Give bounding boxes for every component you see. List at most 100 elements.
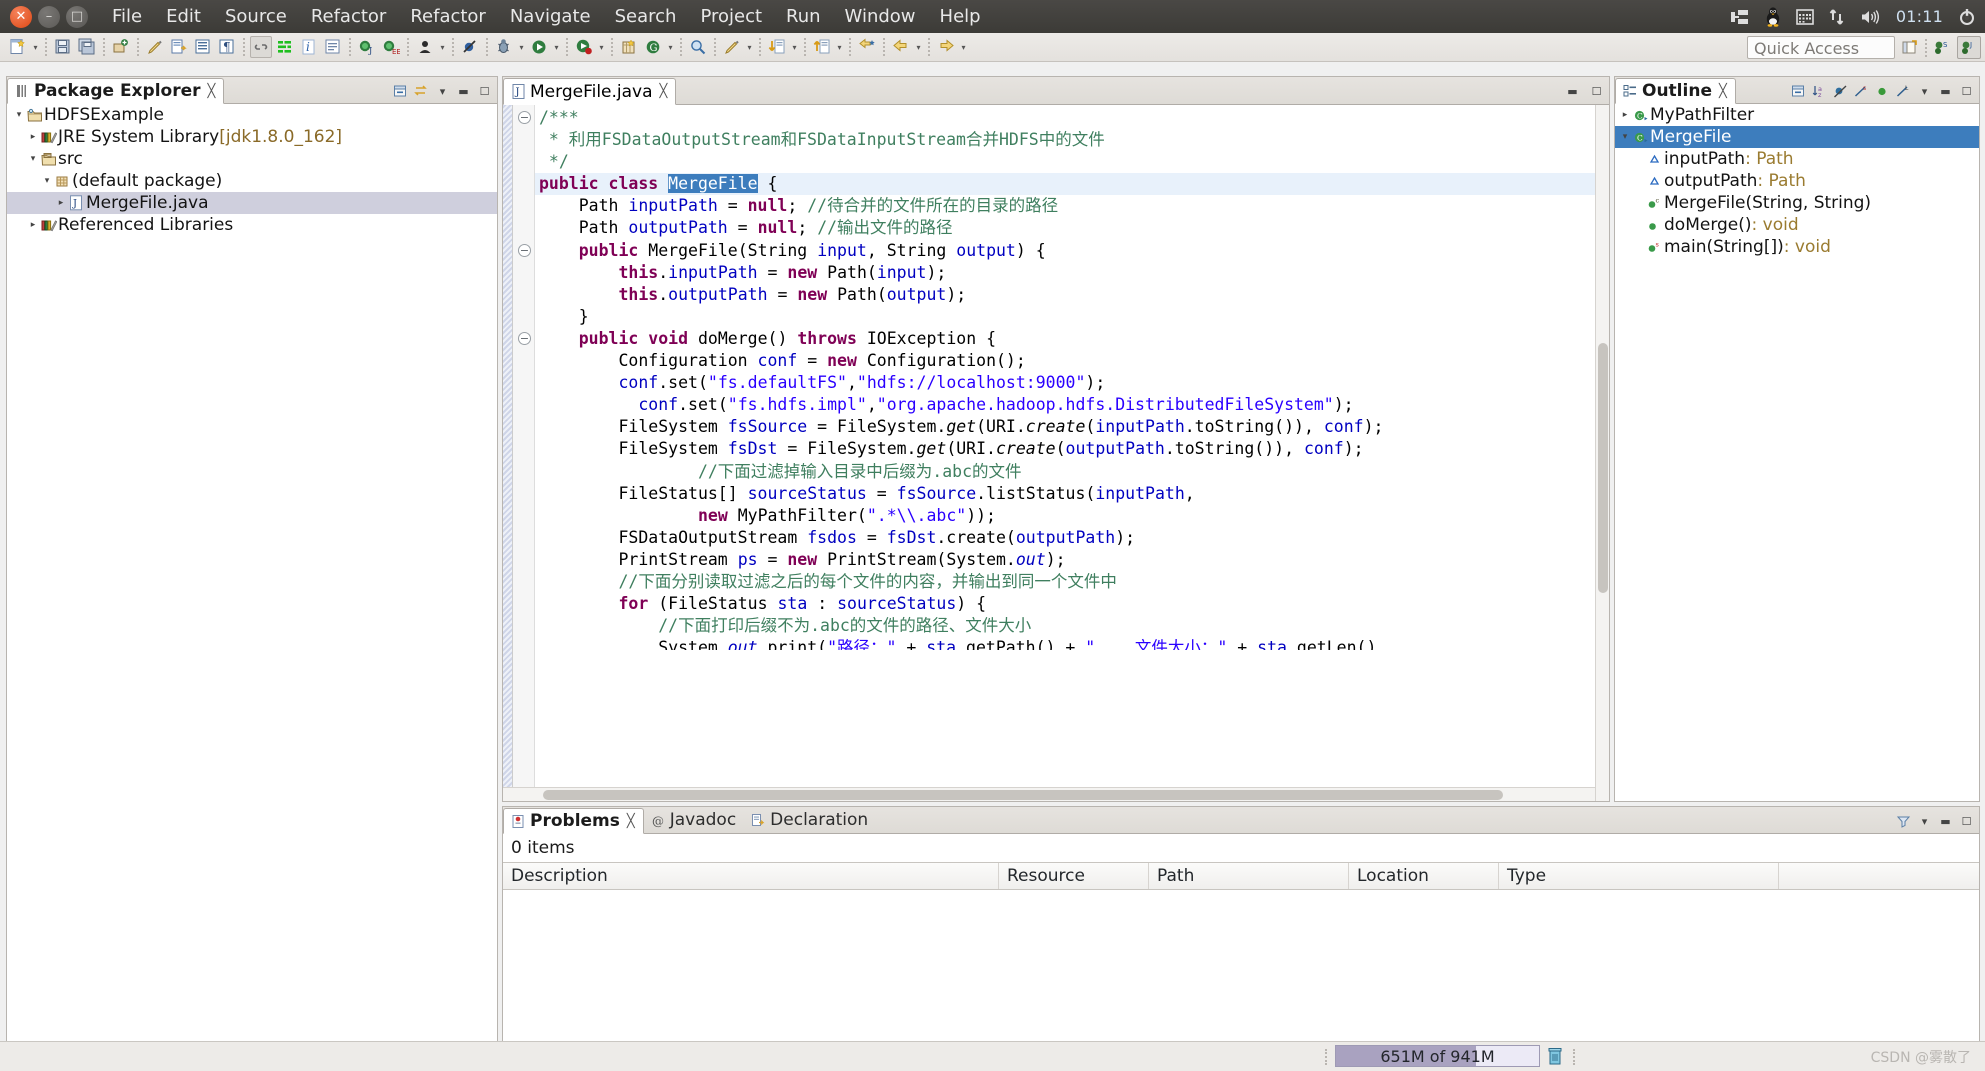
run-dropdown-icon[interactable]: ▾ bbox=[551, 36, 562, 58]
open-type-dropdown-icon[interactable]: ▾ bbox=[437, 36, 448, 58]
tab-outline[interactable]: Outline ╳ bbox=[1615, 78, 1736, 104]
column-header-location[interactable]: Location bbox=[1349, 863, 1499, 889]
code-line[interactable]: PrintStream ps = new PrintStream(System.… bbox=[535, 549, 1609, 571]
tab-problems[interactable]: Problems ╳ bbox=[503, 808, 644, 834]
tree-item-hdfsexample[interactable]: ▾ HDFSExample bbox=[7, 104, 497, 126]
folding-gutter[interactable]: − − − bbox=[513, 105, 535, 801]
debug-icon[interactable] bbox=[493, 36, 515, 58]
new-java-package-icon[interactable] bbox=[110, 36, 132, 58]
close-icon[interactable]: ╳ bbox=[1719, 84, 1727, 99]
code-line[interactable]: conf.set("fs.hdfs.impl","org.apache.hado… bbox=[535, 394, 1609, 416]
outline-tree[interactable]: ▸ C MyPathFilter ▾ C MergeFile inputPath : Pat… bbox=[1615, 104, 1979, 801]
outline-item-mypathfilter[interactable]: ▸ C MyPathFilter bbox=[1615, 104, 1979, 126]
heap-status-widget[interactable]: 651M of 941M bbox=[1335, 1045, 1540, 1067]
quick-fix-icon[interactable] bbox=[144, 36, 166, 58]
code-line[interactable]: conf.set("fs.defaultFS","hdfs://localhos… bbox=[535, 372, 1609, 394]
outline-item-outputpath[interactable]: outputPath : Path bbox=[1615, 170, 1979, 192]
menu-edit-1[interactable]: Edit bbox=[154, 2, 213, 31]
menu-navigate-5[interactable]: Navigate bbox=[498, 2, 603, 31]
code-line[interactable]: for (FileStatus sta : sourceStatus) { bbox=[535, 593, 1609, 615]
tab-package-explorer[interactable]: Package Explorer ╳ bbox=[7, 78, 225, 104]
chevron-down-icon[interactable]: ▾ bbox=[41, 176, 53, 186]
code-line[interactable]: //下面分别读取过滤之后的每个文件的内容，并输出到同一个文件中 bbox=[535, 571, 1609, 593]
volume-icon[interactable] bbox=[1860, 9, 1882, 25]
problems-view-toolbar[interactable]: ▾ ▬ ☐ bbox=[1895, 813, 1975, 830]
menu-refactor-4[interactable]: Refactor bbox=[398, 2, 498, 31]
collapse-all-icon[interactable] bbox=[1790, 83, 1807, 100]
problems-table-header[interactable]: Description Resource Path Location Type bbox=[503, 862, 1979, 890]
view-menu-icon[interactable]: ▾ bbox=[1916, 83, 1933, 100]
tree-item-mergefile-java[interactable]: ▸ J MergeFile.java bbox=[7, 192, 497, 214]
perspective-switcher[interactable]: S J bbox=[1898, 36, 1981, 59]
new-wizard-icon[interactable] bbox=[7, 36, 29, 58]
package-explorer-view-toolbar[interactable]: ▾ ▬ ☐ bbox=[392, 83, 493, 100]
forward-dropdown-icon[interactable]: ▾ bbox=[958, 36, 969, 58]
trash-icon[interactable] bbox=[1545, 1046, 1565, 1067]
hide-fields-icon[interactable] bbox=[1832, 83, 1849, 100]
search-icon[interactable] bbox=[687, 36, 709, 58]
scrollbar-thumb[interactable] bbox=[1598, 343, 1608, 593]
close-icon[interactable]: ╳ bbox=[627, 814, 635, 829]
editor-horizontal-scrollbar[interactable] bbox=[503, 787, 1595, 801]
italic-info-icon[interactable]: i bbox=[298, 36, 320, 58]
minimize-icon[interactable]: ▬ bbox=[1937, 83, 1954, 100]
column-header-description[interactable]: Description bbox=[503, 863, 999, 889]
annotation-icon[interactable] bbox=[721, 36, 743, 58]
code-line[interactable]: System.out.print("路径：" + sta.getPath() +… bbox=[535, 637, 1609, 650]
code-line[interactable]: Configuration conf = new Configuration()… bbox=[535, 350, 1609, 372]
back-icon[interactable] bbox=[890, 36, 912, 58]
external-tools-dropdown-icon[interactable]: ▾ bbox=[665, 36, 676, 58]
toolbar-button-group[interactable]: ▾ ¶ i J EE ▾ ▾ ▾ ▾ G ▾ ▾ ▾ ▾ ▾ ▾ bbox=[6, 36, 969, 58]
close-icon[interactable]: ╳ bbox=[660, 84, 668, 99]
external-tools-icon[interactable]: G bbox=[642, 36, 664, 58]
code-line[interactable]: } bbox=[535, 306, 1609, 328]
package-explorer-tree[interactable]: ▾ HDFSExample ▸ JRE System Library [jdk1.8.… bbox=[7, 104, 497, 1045]
menu-help-10[interactable]: Help bbox=[928, 2, 993, 31]
new-java-ee-project-icon[interactable]: EE bbox=[380, 36, 402, 58]
chevron-down-icon[interactable]: ▾ bbox=[13, 110, 25, 120]
open-type-icon[interactable] bbox=[414, 36, 436, 58]
menu-file-0[interactable]: File bbox=[100, 2, 154, 31]
code-line[interactable]: /*** bbox=[535, 107, 1609, 129]
maximize-icon[interactable]: ☐ bbox=[1588, 83, 1605, 100]
source-code[interactable]: /*** * 利用FSDataOutputStream和FSDataInputS… bbox=[535, 105, 1609, 801]
tux-icon[interactable] bbox=[1764, 6, 1782, 27]
last-edit-location-icon[interactable] bbox=[856, 36, 878, 58]
maximize-icon[interactable]: ☐ bbox=[476, 83, 493, 100]
code-line[interactable]: FileStatus[] sourceStatus = fsSource.lis… bbox=[535, 483, 1609, 505]
chevron-down-icon[interactable]: ▾ bbox=[1619, 132, 1631, 142]
outline-item-mergefile-string-string[interactable]: c MergeFile(String, String) bbox=[1615, 192, 1979, 214]
code-line[interactable]: public MergeFile(String input, String ou… bbox=[535, 240, 1609, 262]
new-java-project-icon[interactable]: J bbox=[356, 36, 378, 58]
chevron-right-icon[interactable]: ▸ bbox=[1619, 110, 1631, 120]
java-perspective-icon[interactable]: J bbox=[1957, 36, 1981, 59]
link-with-editor-icon[interactable] bbox=[250, 36, 272, 58]
outline-item-inputpath[interactable]: inputPath : Path bbox=[1615, 148, 1979, 170]
next-annotation-dropdown-icon[interactable]: ▾ bbox=[834, 36, 845, 58]
view-menu-icon[interactable]: ▾ bbox=[434, 83, 451, 100]
code-line[interactable]: FSDataOutputStream fsdos = fsDst.create(… bbox=[535, 527, 1609, 549]
fold-toggle-icon[interactable]: − bbox=[518, 111, 531, 124]
coverage-icon[interactable] bbox=[573, 36, 595, 58]
menu-refactor-3[interactable]: Refactor bbox=[299, 2, 399, 31]
editor-vertical-scrollbar[interactable] bbox=[1595, 105, 1609, 801]
code-line[interactable]: FileSystem fsSource = FileSystem.get(URI… bbox=[535, 416, 1609, 438]
view-menu-icon[interactable]: ▾ bbox=[1916, 813, 1933, 830]
link-with-editor-icon[interactable] bbox=[413, 83, 430, 100]
code-line[interactable]: Path outputPath = null; //输出文件的路径 bbox=[535, 217, 1609, 239]
window-minimize-button[interactable]: – bbox=[38, 5, 60, 28]
outline-item-domerge[interactable]: doMerge() : void bbox=[1615, 214, 1979, 236]
back-dropdown-icon[interactable]: ▾ bbox=[913, 36, 924, 58]
maximize-icon[interactable]: ☐ bbox=[1958, 813, 1975, 830]
debug-dropdown-icon[interactable]: ▾ bbox=[516, 36, 527, 58]
tree-item-jre-system-library[interactable]: ▸ JRE System Library [jdk1.8.0_162] bbox=[7, 126, 497, 148]
window-close-button[interactable]: ✕ bbox=[10, 5, 32, 28]
previous-annotation-dropdown-icon[interactable]: ▾ bbox=[789, 36, 800, 58]
power-gear-icon[interactable] bbox=[1957, 7, 1977, 27]
scrollbar-thumb[interactable] bbox=[543, 790, 1503, 800]
sort-icon[interactable]: az bbox=[1811, 83, 1828, 100]
open-console-icon[interactable] bbox=[322, 36, 344, 58]
chevron-right-icon[interactable]: ▸ bbox=[27, 132, 39, 142]
run-icon[interactable] bbox=[528, 36, 550, 58]
maximize-icon[interactable]: ☐ bbox=[1958, 83, 1975, 100]
